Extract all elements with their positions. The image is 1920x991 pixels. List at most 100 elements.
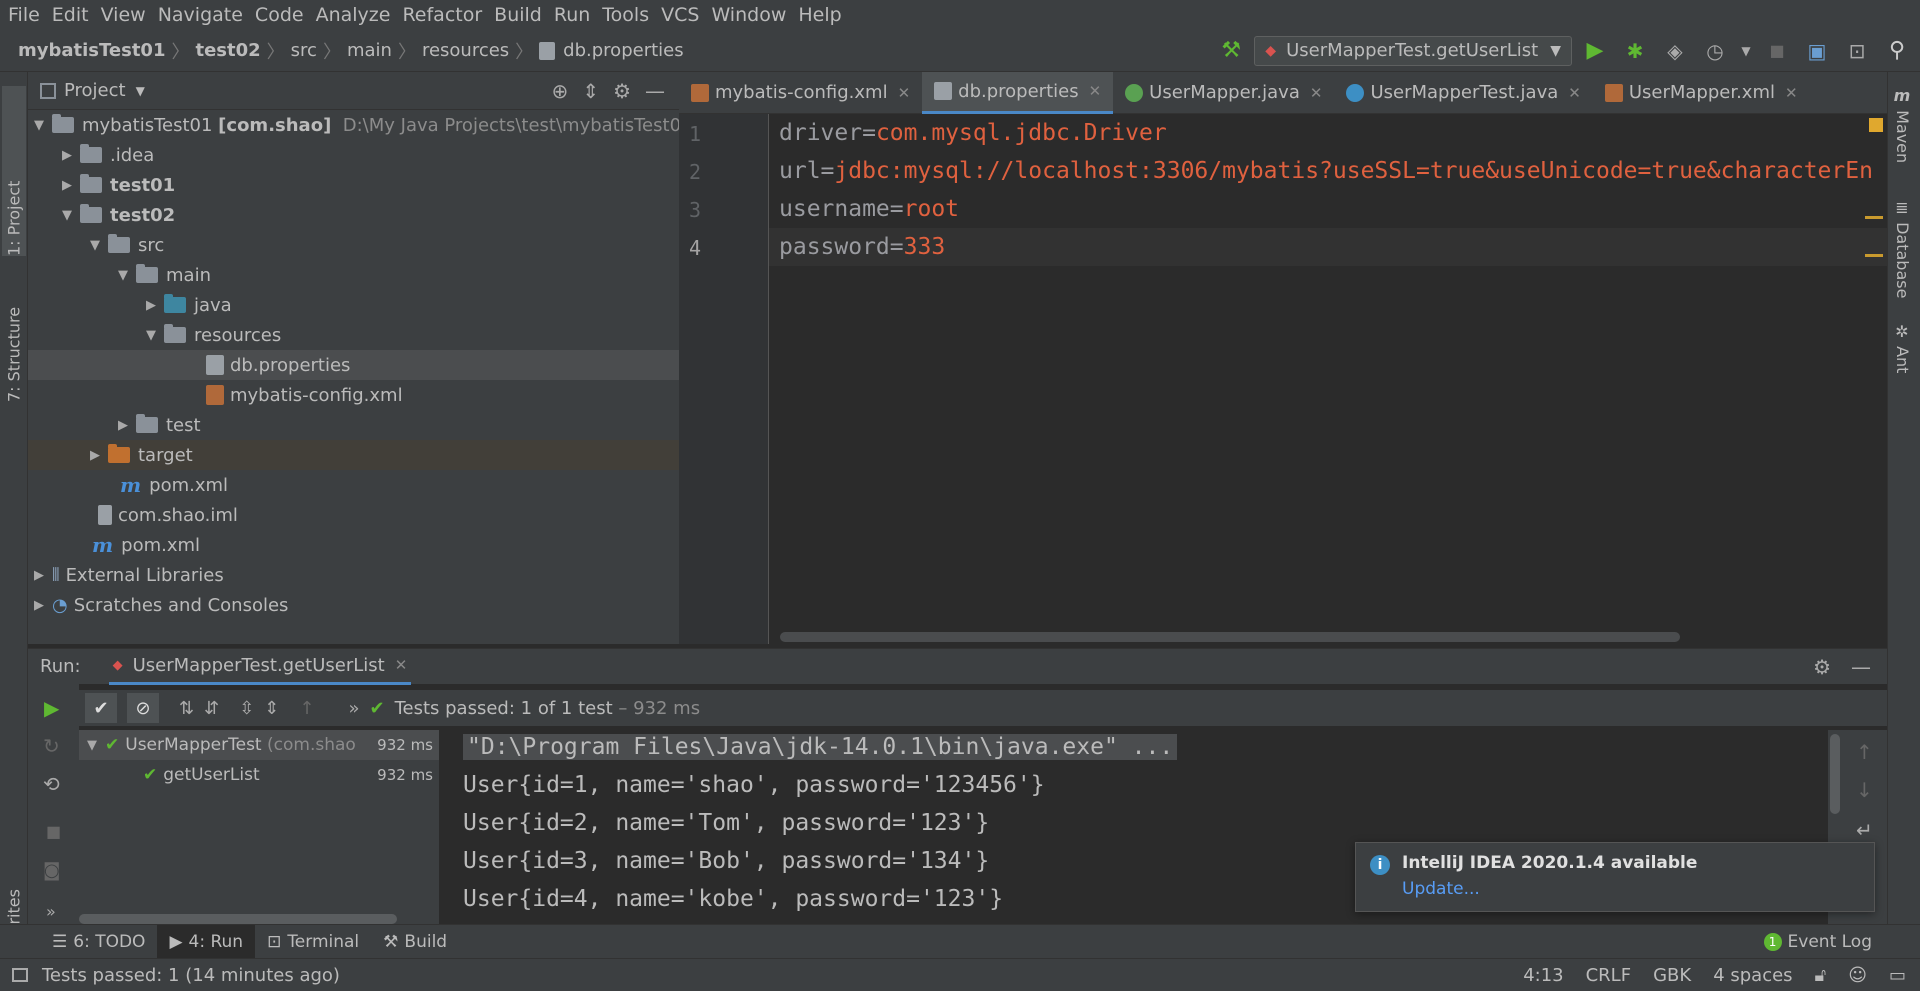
search-icon[interactable]: ⚲ — [1880, 34, 1914, 68]
close-icon[interactable]: ✕ — [395, 656, 408, 674]
horizontal-scrollbar[interactable] — [79, 914, 397, 924]
sort-duration-icon[interactable]: ⇵ — [204, 698, 219, 719]
indent-setting[interactable]: 4 spaces — [1713, 965, 1792, 986]
menu-tools[interactable]: Tools — [596, 0, 655, 30]
breadcrumb-module[interactable]: test02 — [191, 40, 264, 61]
project-tool-tab[interactable]: 1: Project — [2, 86, 26, 256]
tree-node-mybatis-config[interactable]: mybatis-config.xml — [206, 380, 403, 410]
tree-node-resources[interactable]: ▼ resources — [146, 320, 281, 350]
menu-file[interactable]: File — [2, 0, 46, 30]
todo-tab[interactable]: ☰ 6: TODO — [40, 925, 157, 959]
up-arrow-icon[interactable]: ↑ — [1856, 740, 1873, 764]
file-encoding[interactable]: GBK — [1653, 965, 1691, 986]
menu-view[interactable]: View — [95, 0, 152, 30]
collapse-all-icon[interactable]: ⇕ — [582, 79, 599, 103]
horizontal-scrollbar[interactable] — [780, 632, 1680, 642]
camera-icon[interactable]: ◙ — [43, 860, 60, 881]
maven-tool-tab[interactable]: m Maven — [1893, 86, 1912, 163]
build-hammer-icon[interactable]: ⚒ — [1214, 34, 1248, 68]
menu-analyze[interactable]: Analyze — [310, 0, 397, 30]
tree-node-java[interactable]: ▶ java — [146, 290, 232, 320]
ant-tool-tab[interactable]: ✲ Ant — [1893, 322, 1912, 373]
tab-db-properties[interactable]: db.properties ✕ — [922, 71, 1114, 114]
build-tab[interactable]: ⚒ Build — [371, 925, 459, 959]
minimize-icon[interactable]: — — [1851, 655, 1871, 679]
terminal-icon[interactable]: ⊡ — [1840, 34, 1874, 68]
close-icon[interactable]: ✕ — [1785, 84, 1798, 102]
project-structure-icon[interactable]: ▣ — [1800, 34, 1834, 68]
more-icon[interactable]: » — [46, 902, 56, 921]
tree-node-main[interactable]: ▼ main — [118, 260, 211, 290]
tab-mybatis-config[interactable]: mybatis-config.xml ✕ — [679, 72, 922, 114]
chevron-down-icon[interactable]: ▼ — [136, 84, 145, 98]
line-separator[interactable]: CRLF — [1586, 965, 1631, 986]
test-node-class[interactable]: ▼ ✔ UserMapperTest (com.shao 932 ms — [79, 730, 439, 760]
coverage-icon[interactable]: ◈ — [1658, 34, 1692, 68]
structure-tool-tab[interactable]: 7: Structure — [2, 282, 26, 402]
console-output[interactable]: "D:\Program Files\Java\jdk-14.0.1\bin\ja… — [441, 730, 1828, 952]
soft-wrap-icon[interactable]: ↵ — [1856, 818, 1873, 842]
debug-icon[interactable]: ✱ — [1618, 34, 1652, 68]
breadcrumb-project[interactable]: mybatisTest01 — [14, 40, 169, 61]
menu-help[interactable]: Help — [792, 0, 847, 30]
database-tool-tab[interactable]: ≣ Database — [1893, 198, 1912, 298]
lock-icon[interactable]: 🔓︎ — [1815, 965, 1827, 986]
tab-usermapper-java[interactable]: UserMapper.java ✕ — [1113, 72, 1334, 114]
more-icon[interactable]: » — [348, 698, 359, 719]
inspector-icon[interactable]: ☺ — [1848, 965, 1867, 986]
previous-test-icon[interactable]: ↑ — [299, 698, 314, 719]
toggle-auto-test-icon[interactable]: ⟲ — [43, 772, 60, 796]
show-ignored-icon[interactable]: ⊘ — [127, 693, 159, 723]
breadcrumb-resources[interactable]: resources — [418, 40, 513, 61]
run-configuration-select[interactable]: ◆ UserMapperTest.getUserList ▼ — [1254, 35, 1572, 66]
stop-icon[interactable]: ■ — [46, 822, 61, 841]
menu-refactor[interactable]: Refactor — [396, 0, 488, 30]
tree-node-db-properties[interactable]: db.properties — [28, 350, 679, 380]
gear-icon[interactable]: ⚙ — [1813, 655, 1831, 679]
menu-vcs[interactable]: VCS — [655, 0, 705, 30]
run-tab-bottom[interactable]: ▶ 4: Run — [157, 924, 256, 959]
menu-navigate[interactable]: Navigate — [152, 0, 249, 30]
run-icon[interactable]: ▶ — [1578, 34, 1612, 68]
tree-node-test02[interactable]: ▼ test02 — [62, 200, 175, 230]
close-icon[interactable]: ✕ — [1568, 84, 1581, 102]
tab-usermappertest-java[interactable]: UserMapperTest.java ✕ — [1334, 72, 1592, 114]
tree-node-pom-outer[interactable]: m pom.xml — [92, 530, 200, 560]
collapse-all-icon[interactable]: ⇕ — [264, 698, 279, 719]
gear-icon[interactable]: ⚙ — [613, 79, 631, 103]
menu-build[interactable]: Build — [488, 0, 548, 30]
menu-code[interactable]: Code — [249, 0, 310, 30]
tree-node-idea[interactable]: ▶ .idea — [62, 140, 154, 170]
code-editor[interactable]: driver=com.mysql.jdbc.Driver url=jdbc:my… — [769, 114, 1887, 644]
tree-node-iml[interactable]: com.shao.iml — [98, 500, 238, 530]
project-panel-title[interactable]: Project — [64, 80, 126, 101]
tree-node-test01[interactable]: ▶ test01 — [62, 170, 175, 200]
event-log-tab[interactable]: 1 Event Log — [1752, 925, 1884, 959]
close-icon[interactable]: ✕ — [1310, 84, 1323, 102]
breadcrumb-src[interactable]: src — [287, 40, 321, 61]
menu-window[interactable]: Window — [705, 0, 792, 30]
tab-usermapper-xml[interactable]: UserMapper.xml ✕ — [1593, 72, 1810, 114]
tree-node-root[interactable]: ▼ mybatisTest01 [com.shao] D:\My Java Pr… — [34, 110, 692, 140]
stop-icon[interactable]: ■ — [1760, 34, 1794, 68]
run-tab[interactable]: ◆ UserMapperTest.getUserList ✕ — [108, 649, 412, 685]
locate-file-icon[interactable]: ⊕ — [552, 79, 569, 103]
breadcrumb-main[interactable]: main — [343, 40, 396, 61]
show-passed-icon[interactable]: ✔ — [85, 693, 117, 723]
update-link[interactable]: Update... — [1402, 879, 1480, 899]
notifications-icon[interactable]: ▭ — [1889, 965, 1906, 986]
menu-edit[interactable]: Edit — [46, 0, 95, 30]
caret-position[interactable]: 4:13 — [1523, 965, 1563, 986]
close-icon[interactable]: ✕ — [898, 84, 911, 102]
minimize-icon[interactable]: — — [645, 79, 665, 103]
profile-icon[interactable]: ◷ — [1698, 34, 1732, 68]
rerun-icon[interactable]: ▶ — [44, 696, 59, 720]
tree-node-test[interactable]: ▶ test — [118, 410, 201, 440]
tree-node-scratches[interactable]: ▶ ◔ Scratches and Consoles — [34, 590, 288, 620]
close-icon[interactable]: ✕ — [1089, 82, 1102, 100]
tree-node-target[interactable]: ▶ target — [28, 440, 679, 470]
test-node-method[interactable]: ✔ getUserList 932 ms — [79, 760, 439, 790]
tree-node-external-libraries[interactable]: ▶ ⫴ External Libraries — [34, 560, 224, 590]
breadcrumb-file[interactable]: db.properties — [559, 40, 687, 61]
rerun-failed-icon[interactable]: ↻ — [43, 734, 60, 758]
